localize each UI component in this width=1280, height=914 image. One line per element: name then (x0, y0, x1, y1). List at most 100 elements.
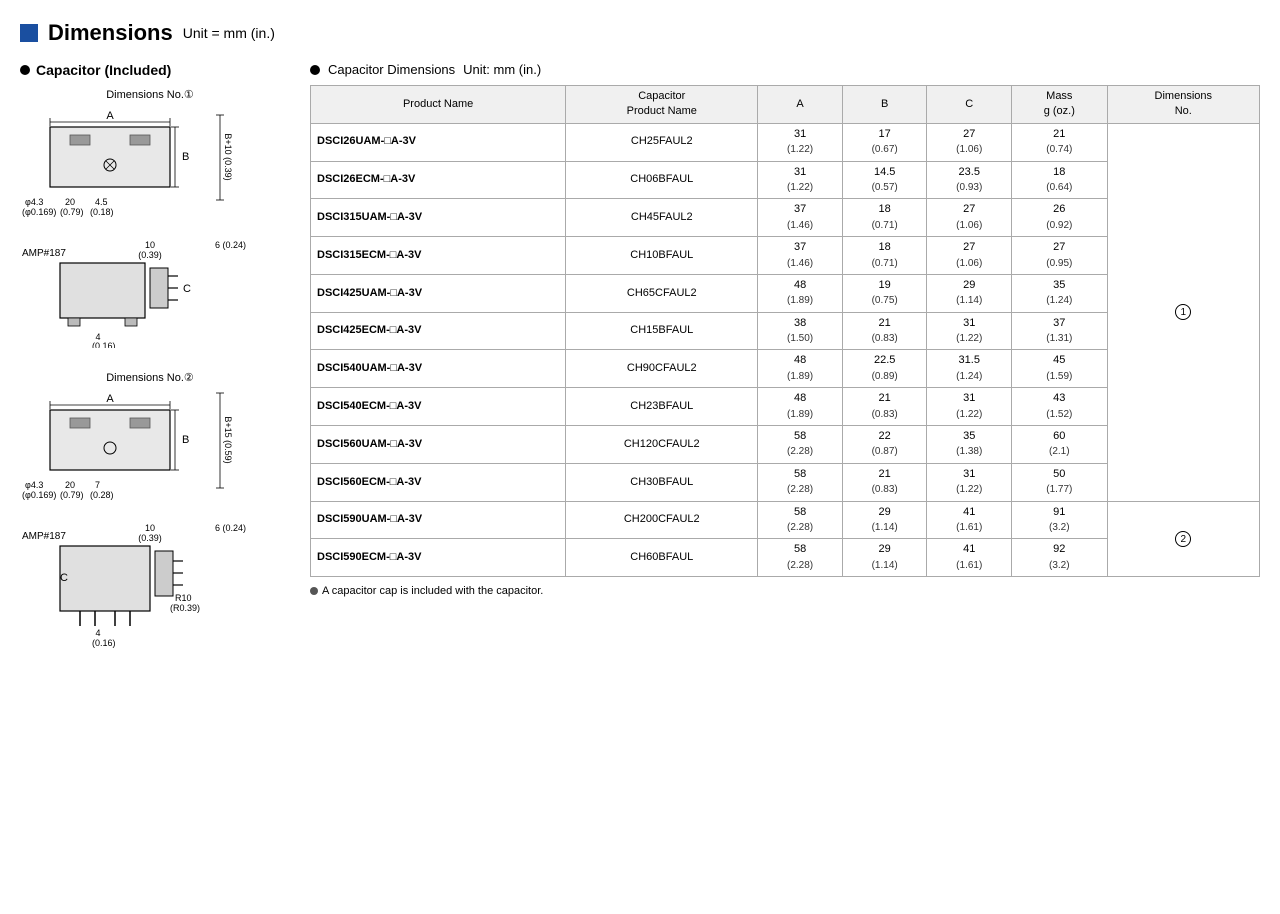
svg-text:C: C (183, 283, 191, 295)
cell-product-name: DSCI590UAM-□A-3V (311, 501, 566, 539)
svg-text:(0.18): (0.18) (90, 207, 114, 217)
dim-no1-label: Dimensions No.① (20, 88, 280, 101)
cell-b: 14.5(0.57) (842, 161, 927, 199)
cell-cap-product: CH06BFAUL (566, 161, 758, 199)
col-header-cap-product: CapacitorProduct Name (566, 86, 758, 124)
col-header-dim-no: DimensionsNo. (1107, 86, 1259, 124)
page-title: Dimensions (48, 20, 173, 46)
diagram-amp187-bottom: AMP#187 10 (0.39) 6 (0.24) (20, 521, 270, 651)
cell-b: 21(0.83) (842, 388, 927, 426)
cell-c: 31(1.22) (927, 312, 1012, 350)
capacitor-heading: Capacitor (Included) (20, 62, 280, 78)
cell-mass: 35(1.24) (1012, 274, 1108, 312)
cell-cap-product: CH25FAUL2 (566, 123, 758, 161)
svg-text:B+15 (0.59): B+15 (0.59) (223, 416, 233, 463)
col-header-mass: Massg (oz.) (1012, 86, 1108, 124)
cell-mass: 26(0.92) (1012, 199, 1108, 237)
cell-product-name: DSCI540UAM-□A-3V (311, 350, 566, 388)
cap-dim-unit: Unit: mm (in.) (463, 62, 541, 77)
cell-c: 27(1.06) (927, 123, 1012, 161)
cell-b: 22.5(0.89) (842, 350, 927, 388)
cell-b: 22(0.87) (842, 426, 927, 464)
cap-dim-bullet (310, 65, 320, 75)
diagram-amp187-top: AMP#187 10 (0.39) 6 (0.24) C (20, 238, 260, 348)
cell-a: 58(2.28) (758, 539, 843, 577)
cell-cap-product: CH65CFAUL2 (566, 274, 758, 312)
svg-text:φ4.3: φ4.3 (25, 197, 43, 207)
svg-text:4.5: 4.5 (95, 197, 108, 207)
cell-a: 58(2.28) (758, 426, 843, 464)
cell-product-name: DSCI425UAM-□A-3V (311, 274, 566, 312)
cell-a: 48(1.89) (758, 274, 843, 312)
svg-text:A: A (106, 110, 114, 122)
table-row: DSCI26UAM-□A-3VCH25FAUL231(1.22)17(0.67)… (311, 123, 1260, 161)
cell-mass: 18(0.64) (1012, 161, 1108, 199)
svg-text:(φ0.169): (φ0.169) (22, 207, 56, 217)
svg-text:C: C (60, 572, 68, 584)
cell-c: 41(1.61) (927, 501, 1012, 539)
cell-product-name: DSCI560UAM-□A-3V (311, 426, 566, 464)
col-header-product: Product Name (311, 86, 566, 124)
cell-c: 35(1.38) (927, 426, 1012, 464)
cell-b: 18(0.71) (842, 237, 927, 275)
svg-text:6 (0.24): 6 (0.24) (215, 240, 246, 250)
cell-a: 58(2.28) (758, 501, 843, 539)
title-blue-square (20, 24, 38, 42)
cap-dim-heading-text: Capacitor Dimensions (328, 62, 455, 77)
svg-text:AMP#187: AMP#187 (22, 248, 66, 259)
svg-text:(0.16): (0.16) (92, 638, 116, 648)
cell-cap-product: CH60BFAUL (566, 539, 758, 577)
svg-text:20: 20 (65, 480, 75, 490)
cell-cap-product: CH120CFAUL2 (566, 426, 758, 464)
footnote-text: A capacitor cap is included with the cap… (322, 585, 543, 597)
svg-text:7: 7 (95, 480, 100, 490)
svg-text:10: 10 (145, 523, 155, 533)
cell-a: 38(1.50) (758, 312, 843, 350)
svg-text:A: A (106, 393, 114, 405)
svg-text:(R0.39): (R0.39) (170, 603, 200, 613)
cell-mass: 91(3.2) (1012, 501, 1108, 539)
cell-b: 19(0.75) (842, 274, 927, 312)
col-header-b: B (842, 86, 927, 124)
cell-product-name: DSCI590ECM-□A-3V (311, 539, 566, 577)
cell-b: 29(1.14) (842, 539, 927, 577)
cell-cap-product: CH90CFAUL2 (566, 350, 758, 388)
cap-dim-heading: Capacitor Dimensions Unit: mm (in.) (310, 62, 1260, 77)
svg-text:6 (0.24): 6 (0.24) (215, 523, 246, 533)
cell-mass: 21(0.74) (1012, 123, 1108, 161)
dim-no2-label: Dimensions No.② (20, 371, 280, 384)
cell-a: 48(1.89) (758, 350, 843, 388)
cell-cap-product: CH23BFAUL (566, 388, 758, 426)
cell-c: 27(1.06) (927, 237, 1012, 275)
cell-c: 31(1.22) (927, 388, 1012, 426)
cell-product-name: DSCI540ECM-□A-3V (311, 388, 566, 426)
cell-a: 31(1.22) (758, 123, 843, 161)
svg-text:10: 10 (145, 240, 155, 250)
cell-product-name: DSCI560ECM-□A-3V (311, 463, 566, 501)
cell-product-name: DSCI26UAM-□A-3V (311, 123, 566, 161)
page-title-bar: Dimensions Unit = mm (in.) (20, 20, 1260, 46)
cell-cap-product: CH30BFAUL (566, 463, 758, 501)
cell-c: 31.5(1.24) (927, 350, 1012, 388)
cell-b: 21(0.83) (842, 463, 927, 501)
svg-text:R10: R10 (175, 593, 192, 603)
cell-mass: 92(3.2) (1012, 539, 1108, 577)
cell-product-name: DSCI315UAM-□A-3V (311, 199, 566, 237)
cell-a: 37(1.46) (758, 237, 843, 275)
cell-c: 41(1.61) (927, 539, 1012, 577)
cell-c: 27(1.06) (927, 199, 1012, 237)
page-title-unit: Unit = mm (in.) (183, 25, 275, 41)
cell-dim-no: 2 (1107, 501, 1259, 577)
cell-a: 48(1.89) (758, 388, 843, 426)
bullet-circle (20, 65, 30, 75)
cell-product-name: DSCI26ECM-□A-3V (311, 161, 566, 199)
footnote-bullet (310, 587, 318, 595)
svg-text:(φ0.169): (φ0.169) (22, 490, 56, 500)
svg-text:(0.79): (0.79) (60, 490, 84, 500)
cell-c: 31(1.22) (927, 463, 1012, 501)
svg-text:4: 4 (95, 628, 100, 638)
svg-text:(0.28): (0.28) (90, 490, 114, 500)
cell-b: 17(0.67) (842, 123, 927, 161)
capacitor-heading-text: Capacitor (Included) (36, 62, 171, 78)
cell-mass: 45(1.59) (1012, 350, 1108, 388)
